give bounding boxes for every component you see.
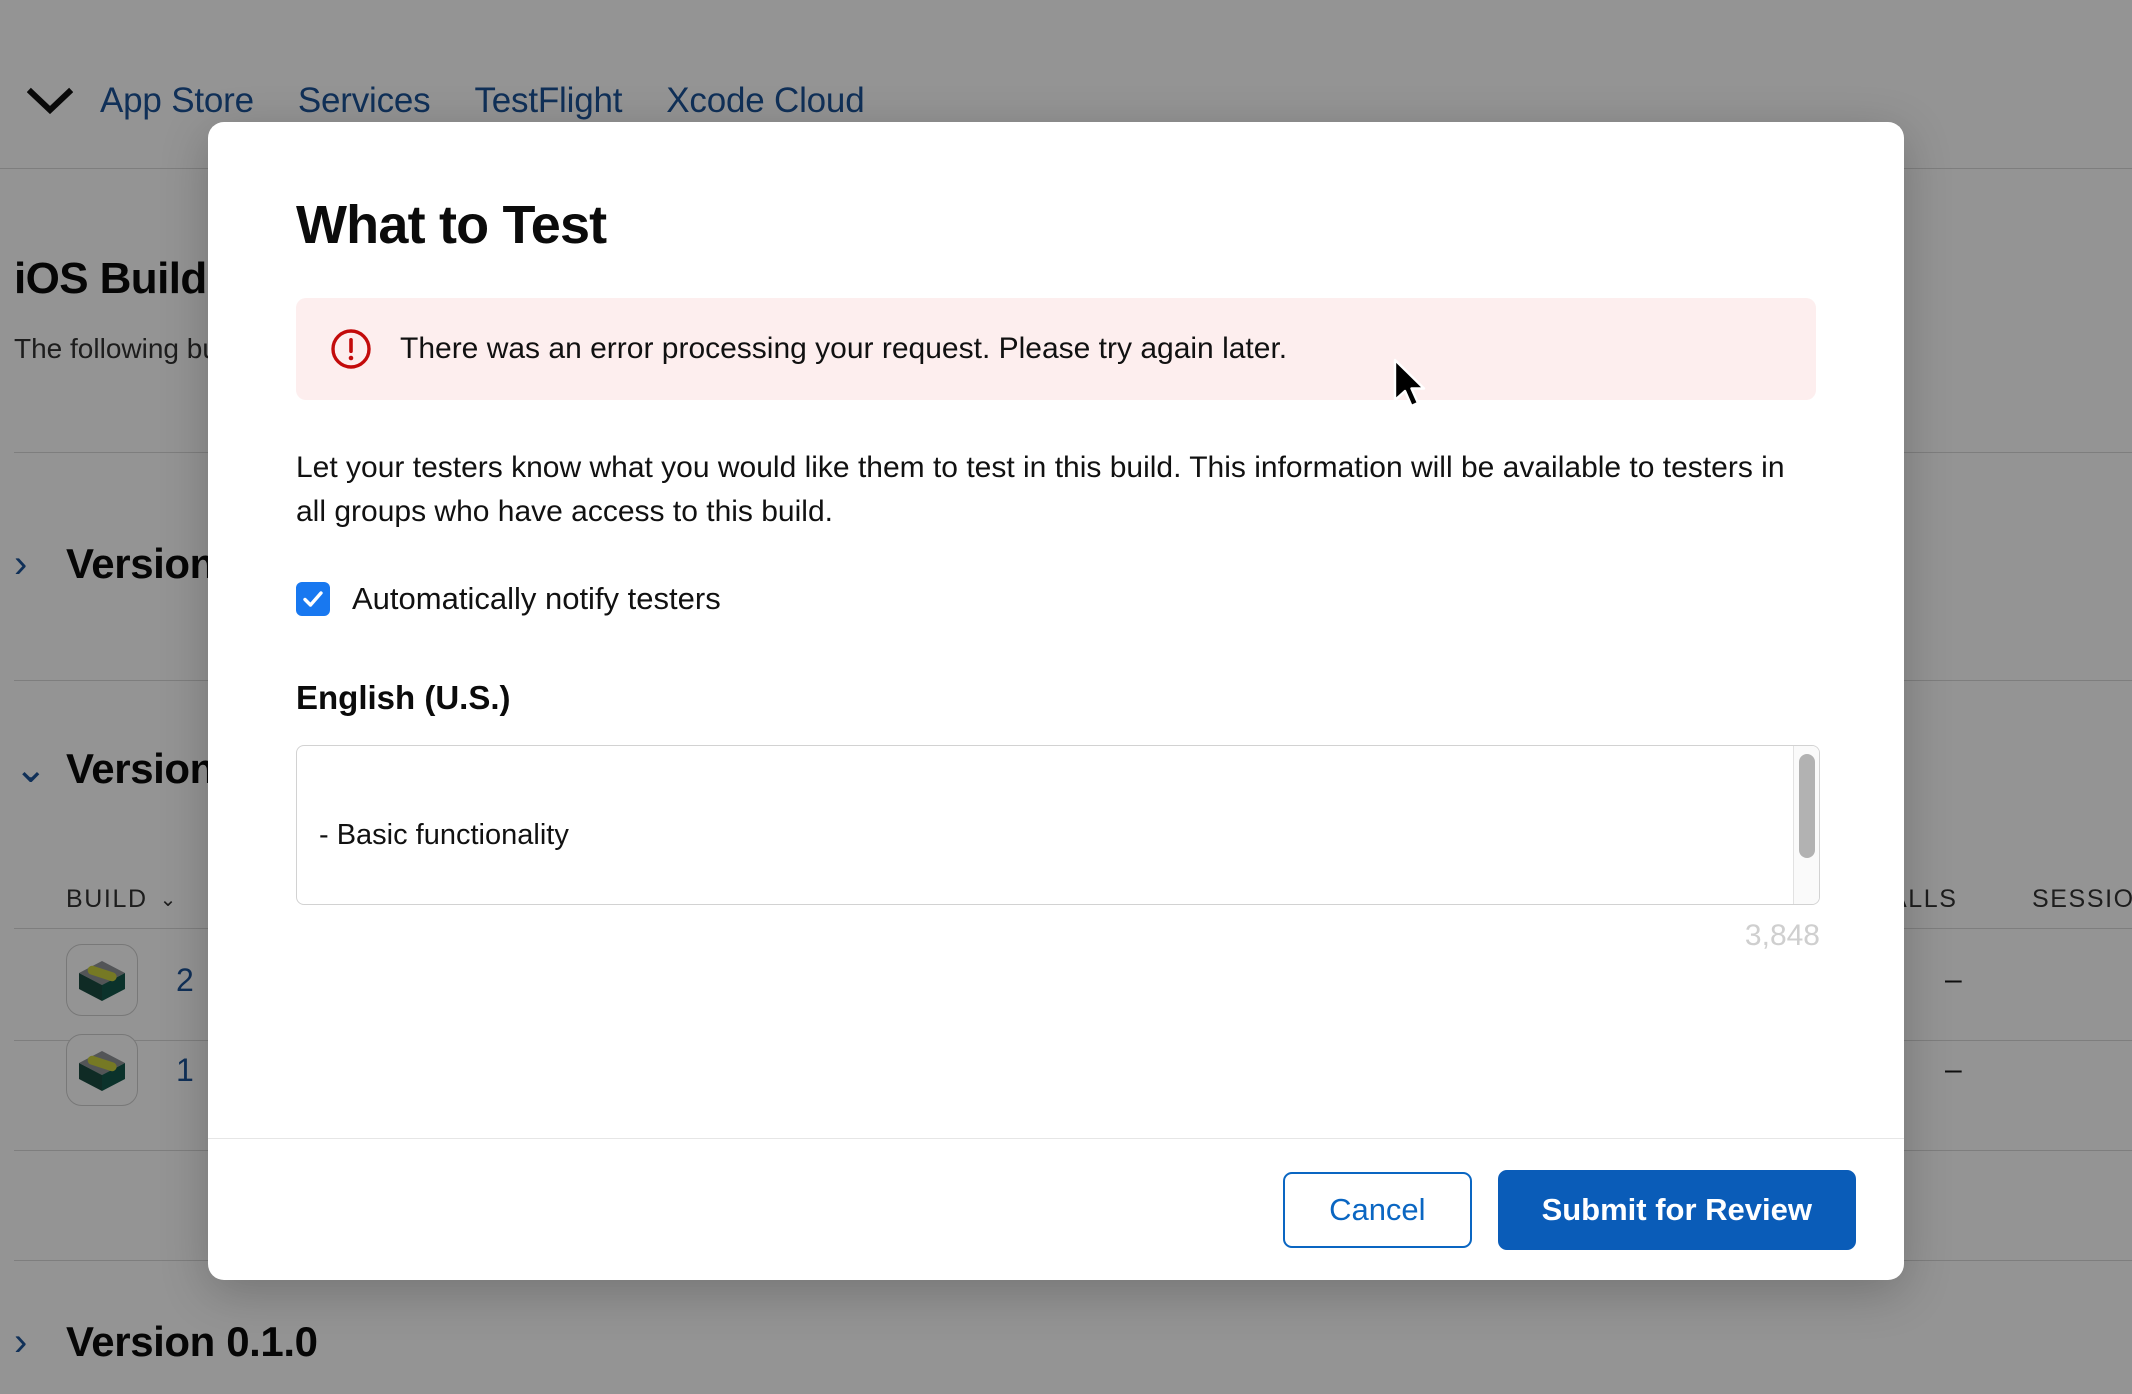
what-to-test-dialog: What to Test There was an error processi…: [208, 122, 1904, 1280]
dialog-footer: Cancel Submit for Review: [208, 1138, 1904, 1280]
textarea-content[interactable]: - Basic functionality - delete item - sh…: [297, 746, 1793, 904]
error-alert: There was an error processing your reque…: [296, 298, 1816, 400]
language-heading: English (U.S.): [296, 679, 511, 716]
what-to-test-textarea[interactable]: - Basic functionality - delete item - sh…: [296, 745, 1820, 905]
submit-for-review-button[interactable]: Submit for Review: [1497, 1169, 1856, 1250]
dialog-body: What to Test There was an error processi…: [208, 122, 1904, 1138]
notify-testers-label: Automatically notify testers: [352, 581, 721, 616]
scrollbar-thumb[interactable]: [1799, 754, 1815, 858]
dialog-help-text: Let your testers know what you would lik…: [296, 451, 1785, 528]
error-exclamation-circle-icon: [330, 328, 372, 370]
cancel-button[interactable]: Cancel: [1283, 1171, 1472, 1248]
error-alert-message: There was an error processing your reque…: [400, 332, 1288, 365]
notify-testers-checkbox[interactable]: [296, 582, 330, 616]
textarea-scrollbar[interactable]: [1793, 746, 1819, 904]
character-counter: 3,848: [1744, 919, 1820, 952]
dialog-title: What to Test: [296, 195, 607, 255]
screen: App Store Services TestFlight Xcode Clou…: [0, 0, 2132, 1394]
notify-testers-row[interactable]: Automatically notify testers: [296, 581, 1816, 617]
textarea-line: - Basic functionality: [319, 819, 569, 852]
